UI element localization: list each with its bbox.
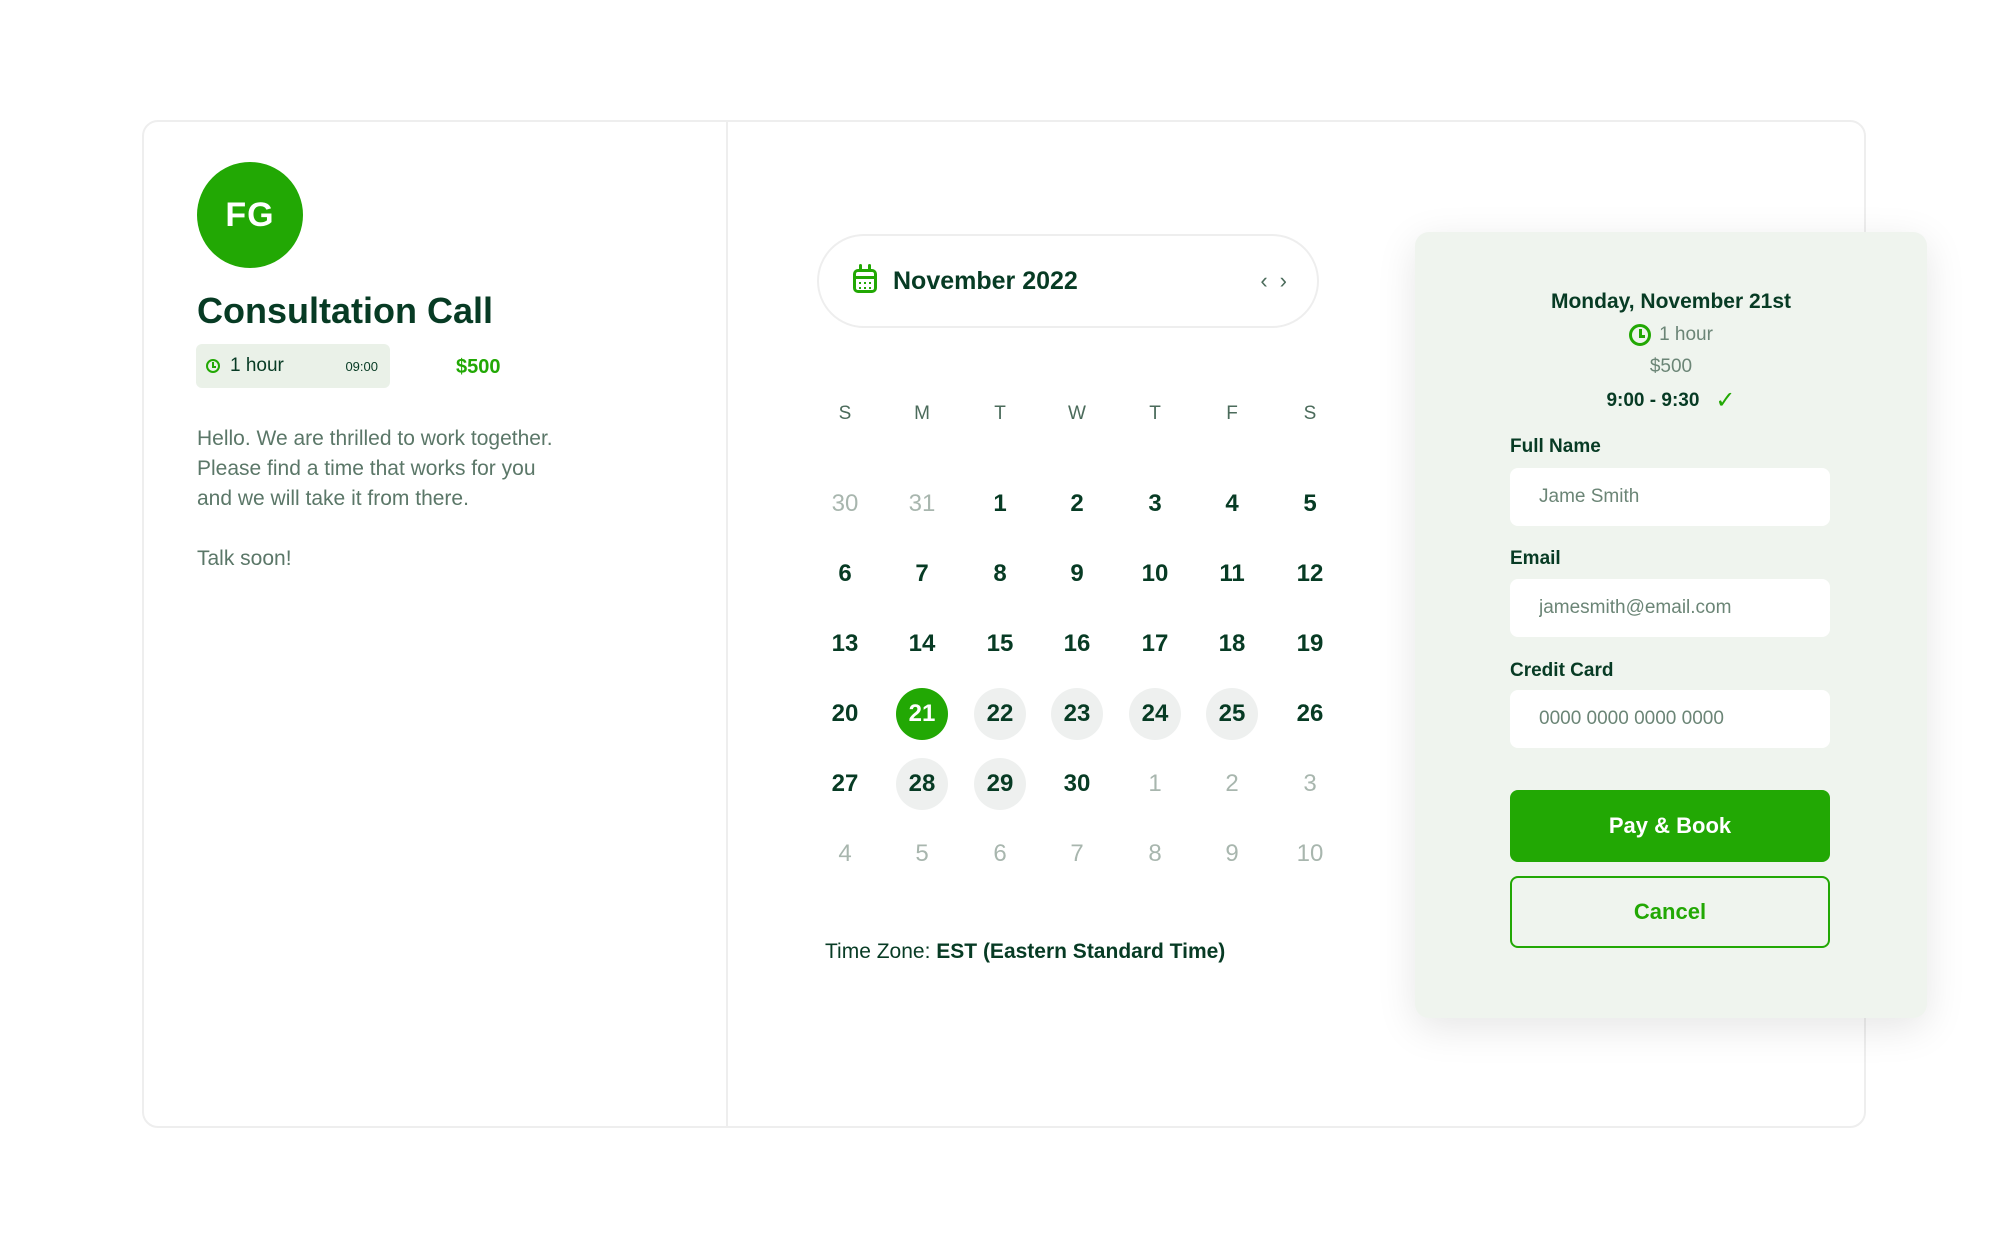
- email-label: Email: [1510, 548, 1561, 569]
- calendar-day[interactable]: 2: [1206, 758, 1258, 810]
- full-name-label: Full Name: [1510, 436, 1601, 457]
- weekday-header: F: [1226, 403, 1238, 424]
- calendar-day[interactable]: 6: [819, 548, 871, 600]
- calendar-day[interactable]: 19: [1284, 618, 1336, 670]
- calendar-day[interactable]: 28: [896, 758, 948, 810]
- credit-card-input[interactable]: [1510, 690, 1830, 748]
- calendar-day[interactable]: 11: [1206, 548, 1258, 600]
- weekday-header: M: [914, 403, 930, 424]
- month-picker: November 2022 ‹ ›: [817, 234, 1319, 328]
- calendar-day[interactable]: 9: [1206, 828, 1258, 880]
- weekday-header: W: [1068, 403, 1086, 424]
- chevron-left-icon[interactable]: ‹: [1260, 268, 1267, 294]
- description-line: and we will take it from there.: [197, 487, 469, 510]
- selected-date: Monday, November 21st: [1550, 290, 1791, 313]
- calendar-day[interactable]: 24: [1129, 688, 1181, 740]
- description-signoff: Talk soon!: [197, 547, 292, 570]
- calendar-day[interactable]: 7: [896, 548, 948, 600]
- check-icon: ✓: [1715, 387, 1736, 414]
- weekday-header: S: [1303, 403, 1317, 424]
- month-label: November 2022: [893, 266, 1078, 295]
- weekday-header: S: [838, 403, 852, 424]
- calendar-day[interactable]: 1: [1129, 758, 1181, 810]
- calendar-day[interactable]: 8: [974, 548, 1026, 600]
- calendar-day[interactable]: 22: [974, 688, 1026, 740]
- calendar-day[interactable]: 1: [974, 478, 1026, 530]
- calendar-day[interactable]: 29: [974, 758, 1026, 810]
- full-name-input[interactable]: [1510, 468, 1830, 526]
- calendar-day[interactable]: 4: [819, 828, 871, 880]
- calendar-day[interactable]: 6: [974, 828, 1026, 880]
- event-title: Consultation Call: [197, 290, 493, 331]
- calendar-day[interactable]: 5: [1284, 478, 1336, 530]
- calendar-day[interactable]: 10: [1129, 548, 1181, 600]
- selected-duration-text: 1 hour: [1659, 324, 1713, 345]
- calendar-day[interactable]: 13: [819, 618, 871, 670]
- calendar-day[interactable]: 5: [896, 828, 948, 880]
- calendar-icon: [853, 264, 877, 293]
- calendar-day[interactable]: 27: [819, 758, 871, 810]
- calendar-day[interactable]: 23: [1051, 688, 1103, 740]
- calendar-day[interactable]: 14: [896, 618, 948, 670]
- month-nav: ‹ ›: [1260, 268, 1287, 294]
- timezone-label: Time Zone:: [825, 940, 937, 963]
- calendar-day[interactable]: 10: [1284, 828, 1336, 880]
- host-avatar: FG: [197, 162, 303, 268]
- weekday-header: T: [994, 403, 1006, 424]
- chevron-right-icon[interactable]: ›: [1280, 268, 1287, 294]
- email-input[interactable]: [1510, 579, 1830, 637]
- event-description: Hello. We are thrilled to work together.…: [197, 424, 617, 574]
- calendar-day[interactable]: 4: [1206, 478, 1258, 530]
- calendar-day[interactable]: 7: [1051, 828, 1103, 880]
- selected-price: $500: [1649, 356, 1693, 377]
- cancel-button[interactable]: Cancel: [1510, 876, 1830, 948]
- event-price: $500: [456, 356, 501, 378]
- timezone: Time Zone: EST (Eastern Standard Time): [825, 940, 1225, 964]
- event-duration: 1 hour: [230, 355, 284, 376]
- event-time: 09:00: [345, 358, 378, 374]
- calendar-day[interactable]: 3: [1129, 478, 1181, 530]
- calendar-day[interactable]: 25: [1206, 688, 1258, 740]
- calendar-day[interactable]: 2: [1051, 478, 1103, 530]
- calendar-day[interactable]: 12: [1284, 548, 1336, 600]
- timezone-value[interactable]: EST (Eastern Standard Time): [936, 940, 1225, 963]
- calendar-day[interactable]: 26: [1284, 688, 1336, 740]
- clock-icon: [206, 359, 220, 373]
- calendar-day[interactable]: 3: [1284, 758, 1336, 810]
- selected-slot: 9:00 - 9:30 ✓: [1415, 386, 1927, 415]
- panel-divider: [726, 120, 728, 1128]
- clock-icon: [1629, 324, 1652, 346]
- calendar-day[interactable]: 17: [1129, 618, 1181, 670]
- calendar-day[interactable]: 30: [1051, 758, 1103, 810]
- calendar-day[interactable]: 15: [974, 618, 1026, 670]
- selected-slot-text: 9:00 - 9:30: [1606, 389, 1700, 411]
- booking-panel: Monday, November 21st 1 hour $500 9:00 -…: [1415, 232, 1927, 1018]
- event-meta-chip: 1 hour 09:00: [196, 344, 390, 388]
- calendar-day[interactable]: 20: [819, 688, 871, 740]
- calendar-day[interactable]: 16: [1051, 618, 1103, 670]
- calendar-day[interactable]: 8: [1129, 828, 1181, 880]
- credit-card-label: Credit Card: [1510, 660, 1614, 681]
- selected-duration: 1 hour: [1415, 324, 1927, 346]
- calendar-day[interactable]: 30: [819, 478, 871, 530]
- description-line: Hello. We are thrilled to work together.: [197, 427, 553, 450]
- pay-and-book-button[interactable]: Pay & Book: [1510, 790, 1830, 862]
- description-line: Please find a time that works for you: [197, 457, 536, 480]
- weekday-header: T: [1149, 403, 1161, 424]
- calendar-day[interactable]: 31: [896, 478, 948, 530]
- calendar-day[interactable]: 9: [1051, 548, 1103, 600]
- calendar-day-selected[interactable]: 21: [896, 688, 948, 740]
- calendar-day[interactable]: 18: [1206, 618, 1258, 670]
